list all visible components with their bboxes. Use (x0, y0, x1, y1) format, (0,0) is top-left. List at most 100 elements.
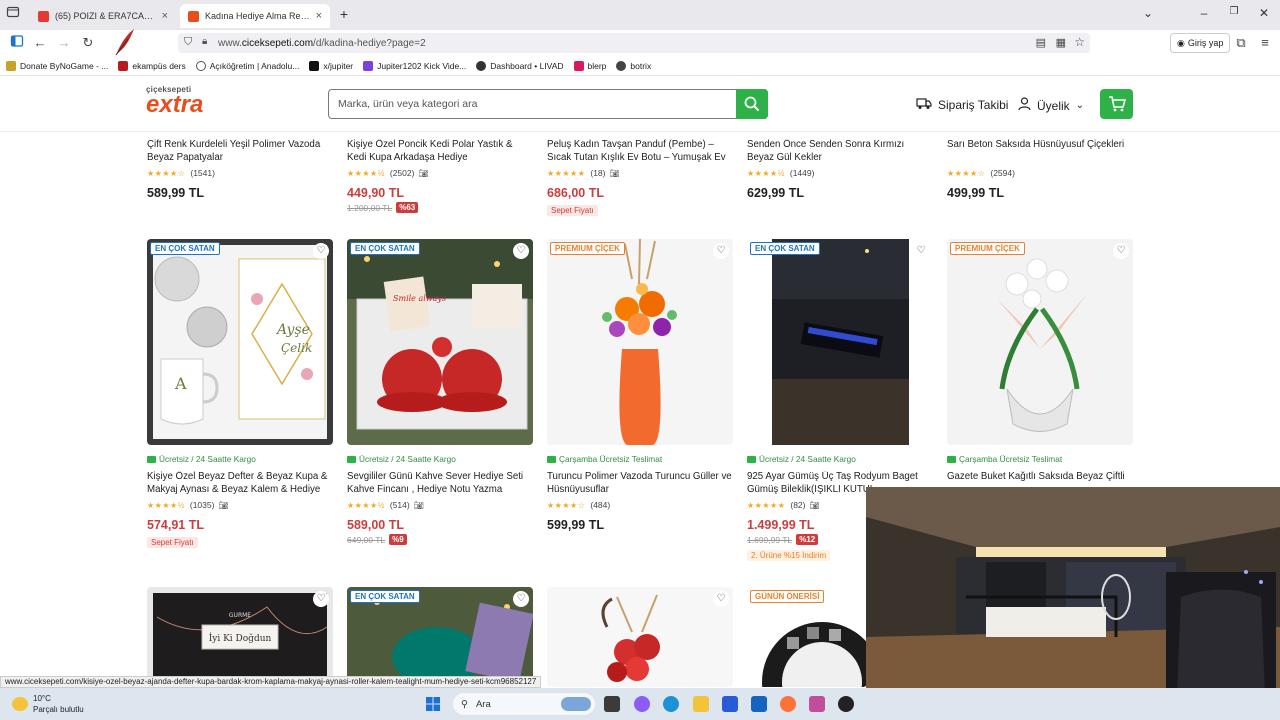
bookmark-label: botrix (630, 60, 652, 71)
shield-icon[interactable]: ⛉ (184, 36, 192, 49)
firefox-icon[interactable] (780, 696, 796, 712)
sidebar-toggle-icon[interactable] (8, 34, 26, 52)
reload-icon[interactable]: ↻ (79, 34, 97, 52)
order-tracking-link[interactable]: Sipariş Takibi (916, 97, 1008, 113)
app-icon[interactable] (809, 696, 825, 712)
product-image[interactable]: EN ÇOK SATAN ♡ (347, 587, 533, 687)
restore-icon[interactable]: ❐ (1224, 6, 1244, 17)
product-card[interactable]: Ücretsiz / 24 Saatte Kargo Sevgililer Gü… (347, 453, 533, 545)
back-icon[interactable]: ← (31, 34, 49, 52)
bookmark-label: Açıköğretim | Anadolu... (209, 60, 300, 71)
bookmark-item[interactable]: Donate ByNoGame - ... (6, 60, 108, 71)
best-seller-badge: EN ÇOK SATAN (350, 242, 420, 255)
new-tab-plus-icon[interactable]: + (334, 6, 354, 22)
copilot-icon[interactable] (634, 696, 650, 712)
user-icon (1018, 97, 1031, 114)
favorite-heart-icon[interactable]: ♡ (1113, 243, 1129, 259)
product-image[interactable]: ♡ (547, 587, 733, 687)
bookmark-item[interactable]: Jupiter1202 Kick Vide... (363, 60, 466, 71)
product-title[interactable]: Turuncu Polimer Vazoda Turuncu Güller ve… (547, 471, 733, 496)
bookmark-item[interactable]: ekampüs ders (118, 60, 186, 71)
tab-list-chevron-icon[interactable]: ⌄ (1138, 6, 1158, 20)
favorite-heart-icon[interactable]: ♡ (513, 243, 529, 259)
star-rating-icon: ★★★★½ (347, 500, 385, 510)
favorite-heart-icon[interactable]: ♡ (913, 243, 929, 259)
favorite-heart-icon[interactable]: ♡ (313, 243, 329, 259)
bookmark-item[interactable]: botrix (616, 60, 652, 71)
bookmark-star-icon[interactable]: ☆ (1074, 35, 1085, 49)
product-image[interactable]: PREMIUM ÇİÇEK ♡ (947, 239, 1133, 445)
task-view-icon[interactable] (604, 696, 620, 712)
product-price: 686,00 TL (547, 186, 604, 200)
product-title[interactable]: Sevgililer Günü Kahve Sever Hediye Seti … (347, 471, 533, 496)
product-title[interactable]: Senden Önce Senden Sonra Kırmızı Beyaz G… (747, 139, 933, 164)
reader-view-icon[interactable]: ▤ (1036, 36, 1046, 49)
product-image[interactable]: PREMIUM ÇİÇEK ♡ (547, 239, 733, 445)
old-price: 1.200,00 TL (347, 202, 393, 213)
cart-button[interactable] (1100, 89, 1133, 119)
product-image[interactable]: GÜNÜN ÖNERİSİ (747, 587, 867, 687)
favorite-heart-icon[interactable]: ♡ (513, 591, 529, 607)
product-image[interactable]: Smile always EN ÇOK SATAN ♡ (347, 239, 533, 445)
taskbar-search[interactable]: ⚲ Ara (453, 693, 595, 715)
login-label: Giriş yap (1187, 38, 1224, 48)
tab-youtube[interactable]: (65) POIZI & ERA7CAPONE - Çi × (30, 4, 176, 28)
menu-icon[interactable]: ≡ (1256, 34, 1274, 52)
product-title[interactable]: Kişiye Özel Poncik Kedi Polar Yastık & K… (347, 139, 533, 164)
search-input[interactable] (329, 90, 736, 118)
account-login-button[interactable]: ◉ Giriş yap (1170, 33, 1231, 53)
product-image[interactable]: GURME İyi Ki Doğdun ♡ (147, 587, 333, 687)
favorite-heart-icon[interactable]: ♡ (713, 243, 729, 259)
tab-ciceksepeti[interactable]: Kadına Hediye Alma Rehberi (3 × (180, 4, 330, 28)
tab-overview-icon[interactable] (4, 5, 22, 23)
product-image[interactable]: EN ÇOK SATAN ♡ (747, 239, 933, 445)
minimize-icon[interactable]: – (1194, 6, 1214, 20)
close-icon[interactable]: × (162, 10, 168, 22)
product-price: 589,99 TL (147, 186, 204, 200)
product-title[interactable]: Kişiye Özel Beyaz Defter & Beyaz Kupa & … (147, 471, 333, 496)
product-card[interactable]: Çarşamba Ücretsiz Teslimat Turuncu Polim… (547, 453, 733, 532)
product-card[interactable]: Çift Renk Kurdeleli Yeşil Polimer Vazoda… (147, 139, 333, 200)
product-image[interactable]: Ayşe Çelik A EN ÇOK SATAN ♡ (147, 239, 333, 445)
address-bar[interactable]: ⛉ 🔒︎ www. ciceksepeti.com/d/kadina-hediye… (178, 33, 1090, 53)
favorite-heart-icon[interactable]: ♡ (313, 591, 329, 607)
outlook-icon[interactable] (751, 696, 767, 712)
product-title[interactable]: Sarı Beton Saksıda Hüsnüyusuf Çiçekleri (947, 139, 1133, 164)
translate-icon[interactable]: ▦ (1056, 36, 1066, 49)
product-card[interactable]: Senden Önce Senden Sonra Kırmızı Beyaz G… (747, 139, 933, 200)
lock-icon[interactable]: 🔒︎ (202, 36, 207, 47)
file-explorer-icon[interactable] (693, 696, 709, 712)
store-icon[interactable] (722, 696, 738, 712)
close-icon[interactable]: × (316, 10, 322, 22)
product-card[interactable]: Sarı Beton Saksıda Hüsnüyusuf Çiçekleri … (947, 139, 1133, 200)
star-rating-icon: ★★★★½ (147, 500, 185, 510)
site-logo[interactable]: çiçeksepeti extra (146, 85, 231, 125)
obs-icon[interactable] (838, 696, 854, 712)
product-title[interactable]: Çift Renk Kurdeleli Yeşil Polimer Vazoda… (147, 139, 333, 164)
bookmark-item[interactable]: Dashboard • LIVAD (476, 60, 564, 71)
bookmark-item[interactable]: Açıköğretim | Anadolu... (195, 60, 300, 71)
bookmark-favicon-icon (616, 60, 627, 71)
edge-icon[interactable] (663, 696, 679, 712)
bookmark-favicon-icon (476, 60, 487, 71)
product-title[interactable]: Peluş Kadın Tavşan Panduf (Pembe) – Sıca… (547, 139, 733, 164)
forward-icon[interactable]: → (55, 34, 73, 52)
weather-widget[interactable]: 10°C Parçalı bulutlu (12, 693, 84, 715)
favorite-heart-icon[interactable]: ♡ (713, 591, 729, 607)
extensions-icon[interactable]: ⧉ (1232, 34, 1250, 52)
membership-menu[interactable]: Üyelik ⌄ (1018, 97, 1084, 114)
product-card[interactable]: Kişiye Özel Poncik Kedi Polar Yastık & K… (347, 139, 533, 213)
bookmark-item[interactable]: x/jupiter (309, 60, 353, 71)
shipping-info: Ücretsiz / 24 Saatte Kargo (747, 453, 933, 465)
old-price: 649,00 TL (347, 534, 386, 545)
windows-start-icon[interactable] (426, 697, 440, 711)
search-box (328, 89, 768, 119)
product-card[interactable]: Peluş Kadın Tavşan Panduf (Pembe) – Sıca… (547, 139, 733, 218)
window-close-icon[interactable]: ✕ (1254, 6, 1274, 20)
bookmark-item[interactable]: blerp (573, 60, 606, 71)
search-button[interactable] (736, 89, 768, 119)
review-count: (484) (590, 500, 611, 510)
product-card[interactable]: Ücretsiz / 24 Saatte Kargo Kişiye Özel B… (147, 453, 333, 550)
product-price: 629,99 TL (747, 186, 804, 200)
notebook-name-text: Ayşe (275, 322, 310, 338)
